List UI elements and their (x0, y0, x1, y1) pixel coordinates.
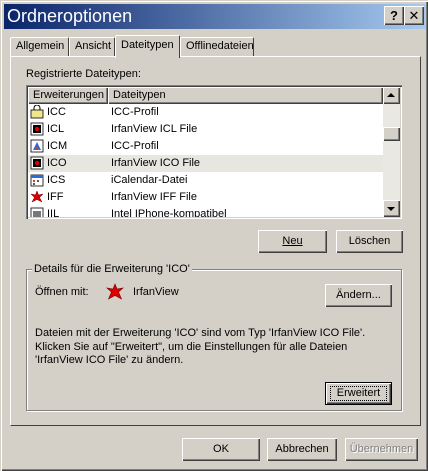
arrow-down-icon (387, 207, 395, 211)
apply-button[interactable]: Übernehmen (345, 438, 418, 461)
column-header-filetypes[interactable]: Dateitypen (108, 87, 383, 104)
cancel-button[interactable]: Abbrechen (267, 438, 337, 461)
scroll-down-button[interactable] (383, 200, 400, 217)
tab-allgemein[interactable]: Allgemein (10, 37, 69, 56)
list-item[interactable]: ICC ICC-Profil (28, 104, 383, 121)
list-item[interactable]: IFF IrfanView IFF File (28, 189, 383, 206)
arrow-up-icon (387, 93, 395, 97)
icm-profile-icon (30, 139, 44, 153)
intel-iphone-icon (30, 207, 44, 217)
tab-ansicht[interactable]: Ansicht (69, 37, 115, 56)
icc-profile-icon (30, 105, 44, 119)
change-button[interactable]: Ändern... (325, 284, 392, 307)
scroll-thumb[interactable] (383, 127, 400, 141)
folder-options-dialog: Ordneroptionen ? ✕ Allgemein Ansicht Dat… (0, 0, 428, 471)
close-button[interactable]: ✕ (404, 6, 424, 25)
list-item[interactable]: ICS iCalendar-Datei (28, 172, 383, 189)
registered-types-label: Registrierte Dateitypen: (26, 68, 141, 80)
focus-rectangle (330, 386, 387, 401)
details-legend: Details für die Erweiterung 'ICO' (32, 263, 192, 276)
new-button[interactable]: Neu (258, 230, 327, 253)
list-item[interactable]: ICM ICC-Profil (28, 138, 383, 155)
tab-offlinedateien[interactable]: Offlinedateien (180, 37, 254, 56)
irfanview-ico-icon (30, 156, 44, 170)
help-button[interactable]: ? (384, 6, 404, 25)
title-bar[interactable]: Ordneroptionen ? ✕ (4, 4, 426, 29)
file-types-rows: ICC ICC-Profil ICL IrfanView ICL File IC… (28, 104, 383, 217)
column-header-extensions[interactable]: Erweiterungen (28, 87, 108, 104)
delete-button[interactable]: Löschen (336, 230, 403, 253)
file-types-list[interactable]: Erweiterungen Dateitypen ICC ICC-Profil … (26, 85, 402, 219)
list-item[interactable]: ICO IrfanView ICO File (28, 155, 383, 172)
irfanview-icl-icon (30, 122, 44, 136)
details-description: Dateien mit der Erweiterung 'ICO' sind v… (35, 327, 366, 366)
scroll-up-button[interactable] (383, 87, 400, 104)
irfanview-iff-icon (30, 190, 44, 203)
ok-button[interactable]: OK (182, 438, 260, 461)
close-icon: ✕ (408, 8, 420, 23)
list-item[interactable]: ICL IrfanView ICL File (28, 121, 383, 138)
opens-with-app: IrfanView (133, 286, 179, 298)
irfanview-app-icon (106, 283, 124, 300)
list-scrollbar[interactable] (383, 87, 400, 217)
tab-dateitypen[interactable]: Dateitypen (115, 35, 180, 58)
advanced-button[interactable]: Erweitert (325, 382, 392, 405)
icalendar-icon (30, 174, 44, 187)
opens-with-label: Öffnen mit: (35, 286, 89, 298)
window-title: Ordneroptionen (7, 6, 133, 26)
list-item[interactable]: IIL Intel IPhone-kompatibel (28, 206, 383, 217)
